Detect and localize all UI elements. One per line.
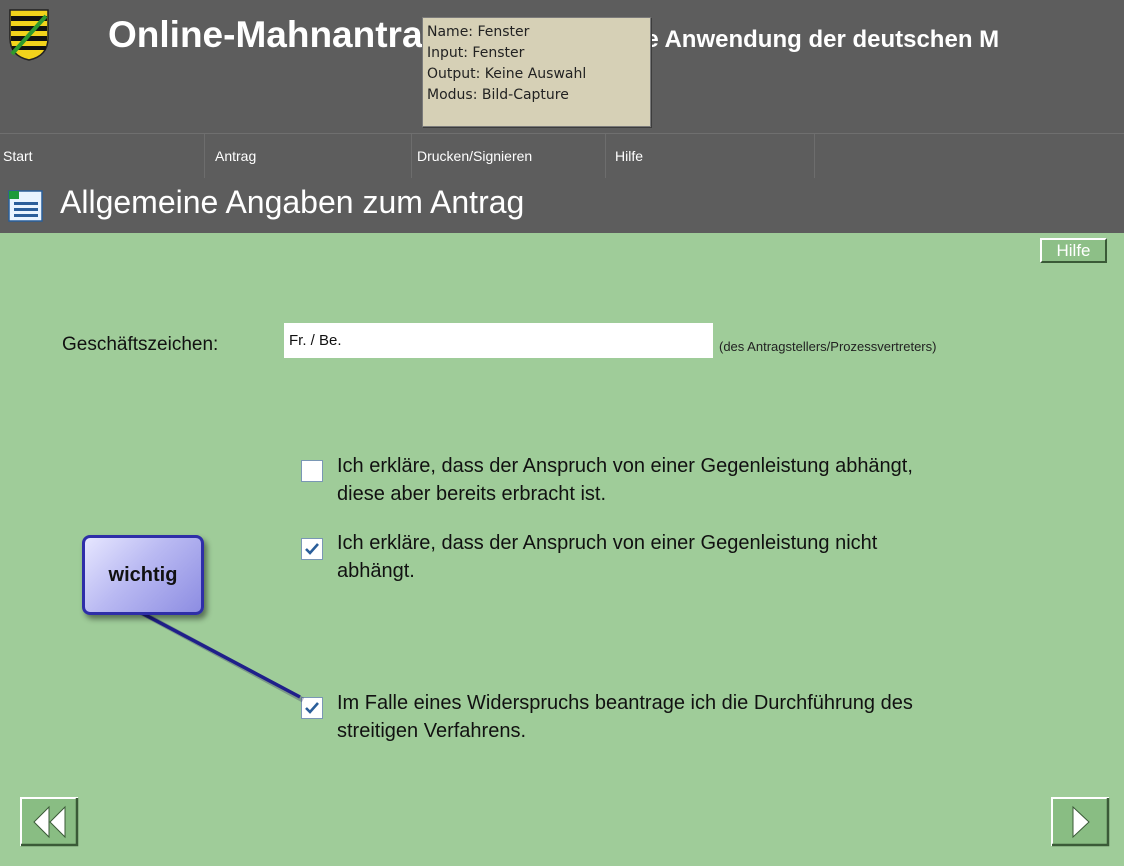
right-arrow-icon bbox=[1051, 797, 1110, 847]
back-button[interactable] bbox=[20, 797, 80, 847]
callout-wichtig: wichtig bbox=[82, 535, 204, 615]
callout-pointer bbox=[135, 608, 305, 703]
double-left-arrow-icon bbox=[20, 797, 79, 847]
callout-text: wichtig bbox=[108, 564, 178, 586]
forward-button[interactable] bbox=[1051, 797, 1111, 847]
